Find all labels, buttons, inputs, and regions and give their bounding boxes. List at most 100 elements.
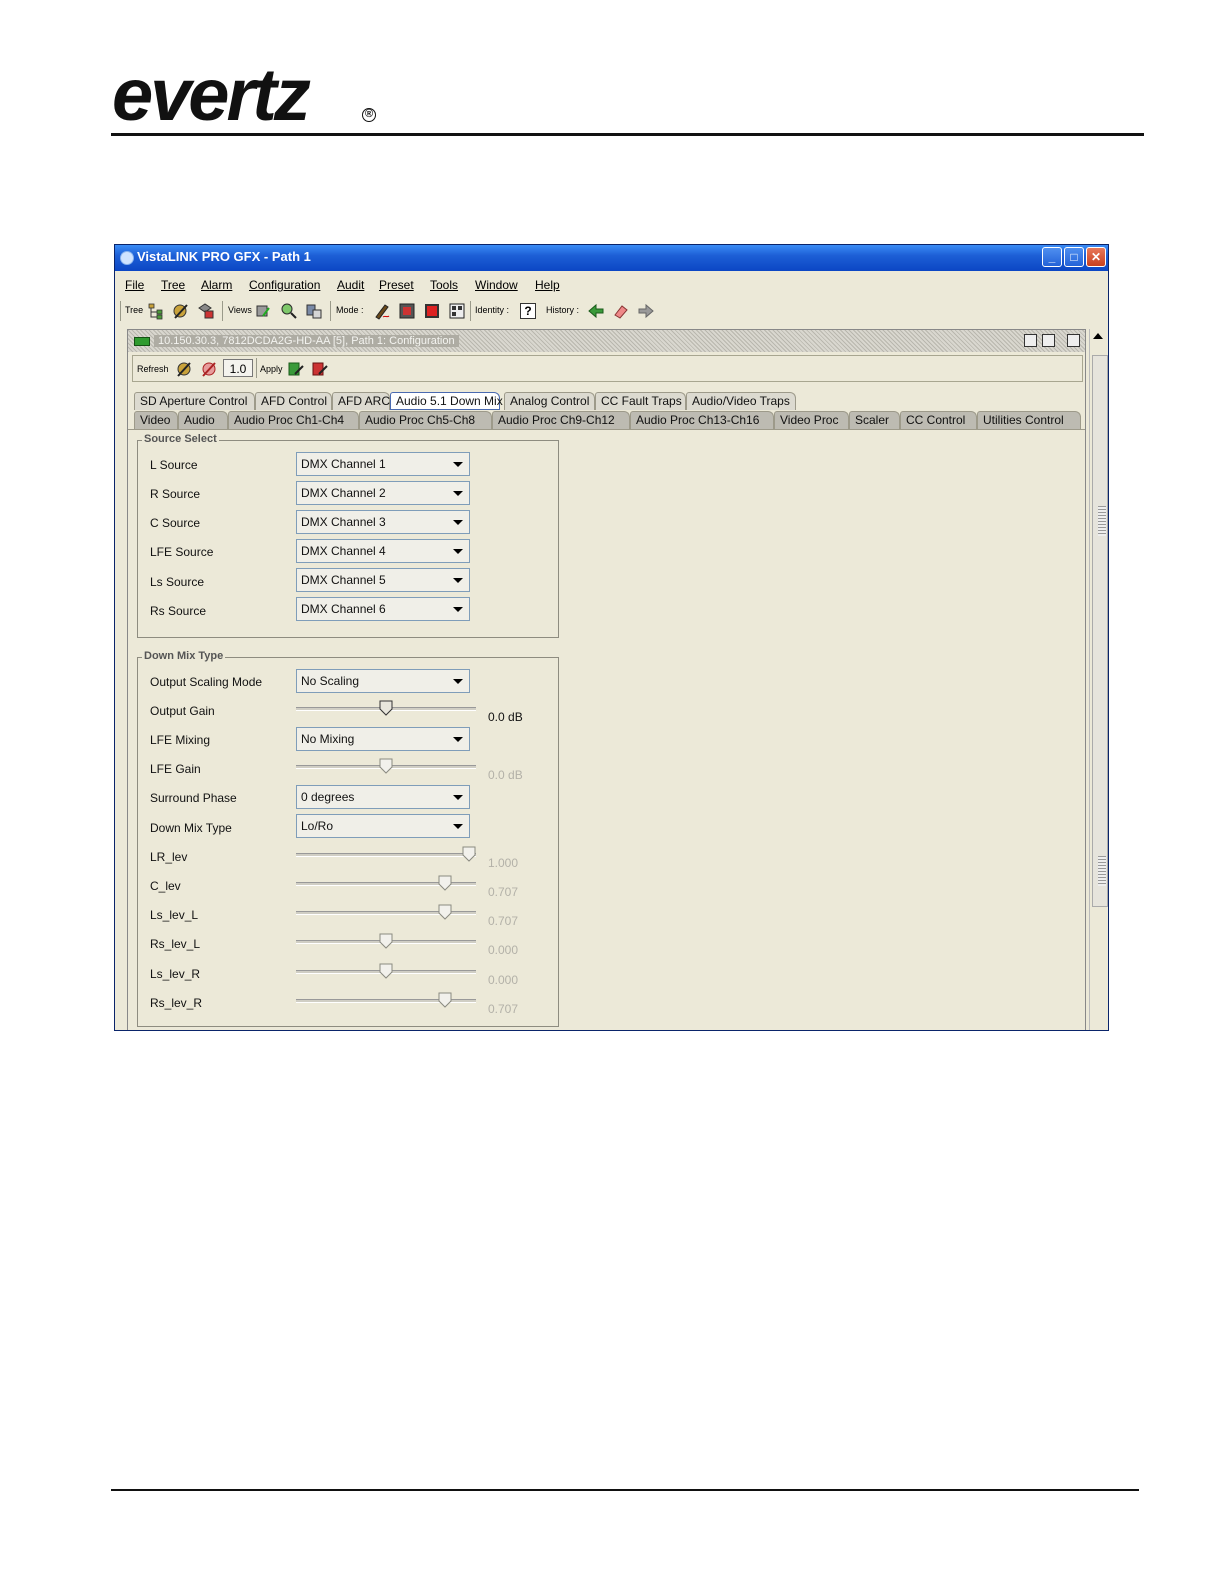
- r-source-select[interactable]: DMX Channel 2: [296, 481, 470, 505]
- apply-button[interactable]: Apply: [260, 364, 283, 374]
- menu-configuration[interactable]: Configuration: [249, 278, 320, 292]
- menu-audit[interactable]: Audit: [337, 278, 364, 292]
- tab-scaler[interactable]: Scaler: [849, 411, 900, 429]
- ls-lev-l-slider[interactable]: [296, 903, 476, 923]
- lfe-mixing-select[interactable]: No Mixing: [296, 727, 470, 751]
- slider-thumb[interactable]: [379, 963, 393, 979]
- rs-source-select[interactable]: DMX Channel 6: [296, 597, 470, 621]
- down-mix-type-select[interactable]: Lo/Ro: [296, 814, 470, 838]
- lr-lev-label: LR_lev: [150, 850, 188, 864]
- tab-afd-control[interactable]: AFD Control: [255, 392, 332, 410]
- lfe-gain-slider[interactable]: [296, 757, 476, 777]
- minimize-button[interactable]: _: [1042, 247, 1062, 267]
- mode-stop-icon[interactable]: [423, 302, 441, 320]
- view-icon[interactable]: [255, 302, 273, 320]
- ls-source-select[interactable]: DMX Channel 5: [296, 568, 470, 592]
- frame-title-bar[interactable]: 10.150.30.3, 7812DCDA2G-HD-AA [5], Path …: [128, 330, 1085, 352]
- output-gain-slider[interactable]: [296, 699, 476, 719]
- slider-thumb[interactable]: [438, 904, 452, 920]
- menu-alarm[interactable]: Alarm: [201, 278, 232, 292]
- tab-audio-proc-ch9-ch12[interactable]: Audio Proc Ch9-Ch12: [492, 411, 630, 429]
- slider-thumb[interactable]: [379, 933, 393, 949]
- mode-config-icon[interactable]: [398, 302, 416, 320]
- history-back-icon[interactable]: [587, 302, 605, 320]
- chevron-down-icon: [453, 549, 463, 554]
- toolbar-separator: [470, 301, 471, 321]
- tab-afd-arc[interactable]: AFD ARC: [332, 392, 390, 410]
- scroll-up-icon[interactable]: [1093, 333, 1103, 339]
- toolbar-separator: [330, 301, 331, 321]
- c-lev-slider[interactable]: [296, 874, 476, 894]
- ls-lev-r-label: Ls_lev_R: [150, 967, 201, 981]
- tab-audio-proc-ch5-ch8[interactable]: Audio Proc Ch5-Ch8: [359, 411, 492, 429]
- slider-thumb[interactable]: [379, 758, 393, 774]
- slider-thumb[interactable]: [438, 875, 452, 891]
- tree-edit-icon[interactable]: [172, 302, 190, 320]
- slider-thumb[interactable]: [379, 700, 393, 716]
- maximize-button[interactable]: □: [1064, 247, 1084, 267]
- surround-phase-select[interactable]: 0 degrees: [296, 785, 470, 809]
- tree-label: Tree: [125, 305, 144, 315]
- apply-cancel-icon[interactable]: [311, 360, 329, 378]
- view-search-icon[interactable]: [280, 302, 298, 320]
- history-forward-icon[interactable]: [637, 302, 655, 320]
- tab-audio[interactable]: Audio: [178, 411, 228, 429]
- refresh-icon[interactable]: [175, 360, 193, 378]
- version-field[interactable]: 1.0: [223, 359, 253, 377]
- chevron-down-icon: [453, 824, 463, 829]
- ls-lev-r-slider[interactable]: [296, 962, 476, 982]
- vertical-scrollbar[interactable]: [1089, 329, 1108, 1030]
- rs-lev-r-slider[interactable]: [296, 991, 476, 1011]
- configuration-frame: 10.150.30.3, 7812DCDA2G-HD-AA [5], Path …: [127, 329, 1086, 1030]
- menu-file[interactable]: File: [125, 278, 144, 292]
- history-clear-icon[interactable]: [612, 302, 630, 320]
- tab-audio-proc-ch1-ch4[interactable]: Audio Proc Ch1-Ch4: [228, 411, 359, 429]
- menu-tools[interactable]: Tools: [430, 278, 458, 292]
- identity-help-icon[interactable]: ?: [520, 303, 536, 319]
- tab-cc-control[interactable]: CC Control: [900, 411, 977, 429]
- tab-utilities-control[interactable]: Utilities Control: [977, 411, 1081, 429]
- slider-thumb[interactable]: [462, 846, 476, 862]
- frame-close-button[interactable]: [1067, 334, 1080, 347]
- close-button[interactable]: ✕: [1086, 247, 1106, 267]
- tab-audio-proc-ch13-ch16[interactable]: Audio Proc Ch13-Ch16: [630, 411, 774, 429]
- surround-phase-label: Surround Phase: [150, 791, 237, 805]
- refresh-stop-icon[interactable]: [200, 360, 218, 378]
- rs-lev-l-label: Rs_lev_L: [150, 937, 201, 951]
- tree-icon[interactable]: [147, 302, 165, 320]
- title-bar[interactable]: VistaLINK PRO GFX - Path 1 _ □ ✕: [115, 245, 1108, 271]
- tab-cc-fault-traps[interactable]: CC Fault Traps: [595, 392, 686, 410]
- view-lock-icon[interactable]: [305, 302, 323, 320]
- c-source-select[interactable]: DMX Channel 3: [296, 510, 470, 534]
- tab-audio-video-traps[interactable]: Audio/Video Traps: [686, 392, 796, 410]
- output-gain-label: Output Gain: [150, 704, 215, 718]
- tab-video[interactable]: Video: [134, 411, 178, 429]
- mode-grid-icon[interactable]: [448, 302, 466, 320]
- tab-sd-aperture-control[interactable]: SD Aperture Control: [134, 392, 255, 410]
- rs-source-value: DMX Channel 6: [301, 602, 386, 616]
- frame-maximize-button[interactable]: [1042, 334, 1055, 347]
- toolbar-separator: [222, 301, 223, 321]
- lr-lev-slider[interactable]: [296, 845, 476, 865]
- frame-restore-button[interactable]: [1024, 334, 1037, 347]
- scrollbar-thumb[interactable]: [1092, 355, 1108, 907]
- tree-filter-icon[interactable]: [197, 302, 215, 320]
- menu-window[interactable]: Window: [475, 278, 518, 292]
- menu-help[interactable]: Help: [535, 278, 560, 292]
- rs-lev-l-slider[interactable]: [296, 932, 476, 952]
- lfe-source-select[interactable]: DMX Channel 4: [296, 539, 470, 563]
- l-source-select[interactable]: DMX Channel 1: [296, 452, 470, 476]
- menu-tree[interactable]: Tree: [161, 278, 185, 292]
- chevron-down-icon: [453, 607, 463, 612]
- chevron-down-icon: [453, 578, 463, 583]
- apply-icon[interactable]: [287, 360, 305, 378]
- tab-audio-51-down-mix[interactable]: Audio 5.1 Down Mix: [390, 392, 503, 410]
- output-scaling-mode-select[interactable]: No Scaling: [296, 669, 470, 693]
- tab-video-proc[interactable]: Video Proc: [774, 411, 849, 429]
- menu-bar: File Tree Alarm Configuration Audit Pres…: [115, 271, 1108, 297]
- tab-analog-control[interactable]: Analog Control: [504, 392, 595, 410]
- menu-preset[interactable]: Preset: [379, 278, 414, 292]
- refresh-button[interactable]: Refresh: [137, 364, 169, 374]
- slider-thumb[interactable]: [438, 992, 452, 1008]
- mode-pencil-icon[interactable]: [373, 302, 391, 320]
